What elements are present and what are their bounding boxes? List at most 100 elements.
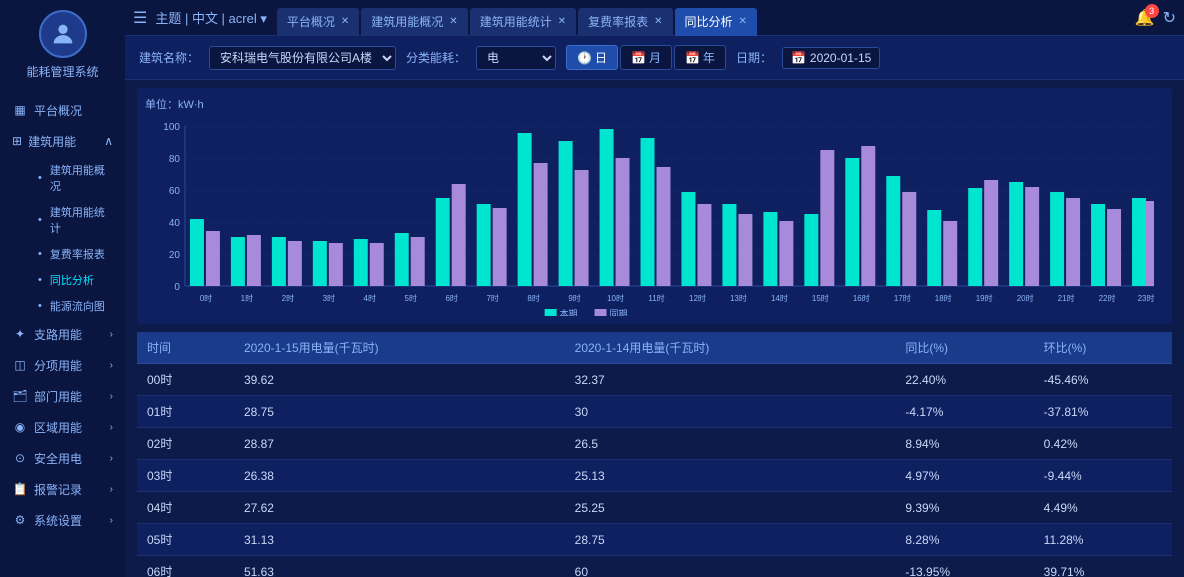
tab-building-stats[interactable]: 建筑用能统计 ✕ [470,8,576,36]
calendar-year-icon: 📅 [685,51,700,65]
sidebar-item-safety[interactable]: ⊙ 安全用电 › [0,443,125,474]
svg-text:22时: 22时 [1099,293,1116,303]
time-button-group: 🕐 日 📅 月 📅 年 [566,45,726,70]
sidebar-item-division[interactable]: ◫ 分项用能 › [0,350,125,381]
tab-platform[interactable]: 平台概况 ✕ [277,8,359,36]
refresh-button[interactable]: ↻ [1163,8,1176,28]
svg-text:0: 0 [174,282,180,293]
table-row: 01时28.7530-4.17%-37.81% [137,396,1172,428]
tab-close-platform[interactable]: ✕ [341,16,349,27]
sidebar-sub-overview[interactable]: 建筑用能概况 [18,157,125,199]
svg-text:20: 20 [169,250,181,261]
cell-yoy: -13.95% [895,556,1033,577]
col-previous: 2020-1-14用电量(千瓦时) [565,332,896,364]
svg-text:11时: 11时 [648,293,664,303]
topbar: ☰ 主题 | 中文 | acrel ▾ 平台概况 ✕ 建筑用能概况 ✕ 建筑用能… [125,0,1184,36]
svg-text:同期: 同期 [610,309,628,316]
col-yoy: 同比(%) [895,332,1033,364]
sidebar-item-dept[interactable]: 🗂 部门用能 › [0,381,125,412]
category-label: 分类能耗： [406,49,466,66]
cell-current: 39.62 [234,364,565,396]
cell-yoy: -4.17% [895,396,1033,428]
data-table: 时间 2020-1-15用电量(千瓦时) 2020-1-14用电量(千瓦时) 同… [137,332,1172,577]
cell-mom: 11.28% [1034,524,1172,556]
category-select[interactable]: 电 [476,46,556,70]
cell-current: 51.63 [234,556,565,577]
col-time: 时间 [137,332,234,364]
svg-text:6时: 6时 [445,293,457,303]
chart-wrap: 0 20 40 60 80 100 0时 1时 [145,116,1164,316]
cell-time: 00时 [137,364,234,396]
settings-icon: ⚙ [12,512,28,528]
btn-month[interactable]: 📅 月 [620,45,672,70]
cell-previous: 25.25 [565,492,896,524]
svg-text:10时: 10时 [607,293,624,303]
svg-text:5时: 5时 [405,293,417,303]
report-icon: 📋 [12,481,28,497]
svg-text:13时: 13时 [730,293,747,303]
svg-text:15时: 15时 [812,293,829,303]
hamburger-icon[interactable]: ☰ [133,8,147,28]
sidebar-sub-stats[interactable]: 建筑用能统计 [18,199,125,241]
chevron-icon: ∧ [104,134,113,148]
svg-text:80: 80 [169,154,181,165]
svg-text:9时: 9时 [568,293,580,303]
table-row: 06时51.6360-13.95%39.71% [137,556,1172,577]
sidebar-sub-yoy[interactable]: 同比分析 [18,267,125,293]
tab-close-tariff[interactable]: ✕ [654,16,662,27]
branch-icon: ✦ [12,326,28,342]
chevron-right-icon4: › [110,422,113,433]
tab-tariff[interactable]: 复费率报表 ✕ [578,8,672,36]
building-select[interactable]: 安科瑞电气股份有限公司A楼 [209,46,396,70]
grid-icon: ▦ [12,102,28,118]
btn-year[interactable]: 📅 年 [674,45,726,70]
date-picker[interactable]: 📅 2020-01-15 [782,47,880,69]
cell-mom: 0.42% [1034,428,1172,460]
building-label: 建筑名称： [139,49,199,66]
clock-icon: 🕐 [577,51,592,65]
area-icon: ◉ [12,419,28,435]
svg-text:7时: 7时 [486,293,498,303]
tab-yoy[interactable]: 同比分析 ✕ [675,8,757,36]
table-row: 00时39.6232.3722.40%-45.46% [137,364,1172,396]
sidebar-item-building[interactable]: ⊞ 建筑用能 ∧ [0,126,125,157]
svg-text:20时: 20时 [1017,293,1034,303]
svg-text:18时: 18时 [935,293,952,303]
svg-text:12时: 12时 [689,293,706,303]
main-content: ☰ 主题 | 中文 | acrel ▾ 平台概况 ✕ 建筑用能概况 ✕ 建筑用能… [125,0,1184,577]
tab-building-overview[interactable]: 建筑用能概况 ✕ [361,8,467,36]
sidebar-item-branch[interactable]: ✦ 支路用能 › [0,319,125,350]
notification-button[interactable]: 🔔 3 [1135,8,1155,28]
chevron-right-icon2: › [110,360,113,371]
cell-previous: 25.13 [565,460,896,492]
topbar-theme-label: 主题 | 中文 | acrel ▾ [155,8,267,27]
sidebar-item-settings[interactable]: ⚙ 系统设置 › [0,505,125,536]
sidebar-sub-tariff[interactable]: 复费率报表 [18,241,125,267]
cell-previous: 26.5 [565,428,896,460]
svg-text:14时: 14时 [771,293,788,303]
table-row: 05时31.1328.758.28%11.28% [137,524,1172,556]
cell-previous: 30 [565,396,896,428]
sidebar-item-platform[interactable]: ▦ 平台概况 [0,95,125,126]
cell-yoy: 22.40% [895,364,1033,396]
tab-close-building-stats[interactable]: ✕ [558,16,566,27]
cell-mom: -9.44% [1034,460,1172,492]
cell-yoy: 4.97% [895,460,1033,492]
system-title: 能耗管理系统 [26,64,98,81]
sidebar-group-building: ⊞ 建筑用能 ∧ 建筑用能概况 建筑用能统计 复费率报表 同比分析 能源流向图 [0,126,125,319]
tab-close-yoy[interactable]: ✕ [739,16,747,27]
calendar-icon: 📅 [791,51,806,65]
cell-time: 05时 [137,524,234,556]
cell-mom: -45.46% [1034,364,1172,396]
svg-text:3时: 3时 [323,293,335,303]
sidebar-item-report[interactable]: 📋 报警记录 › [0,474,125,505]
sidebar-item-area[interactable]: ◉ 区域用能 › [0,412,125,443]
sidebar-sub-flow[interactable]: 能源流向图 [18,293,125,319]
chevron-right-icon: › [110,329,113,340]
cell-mom: 4.49% [1034,492,1172,524]
building-icon: ⊞ [12,134,22,148]
tab-close-building-overview[interactable]: ✕ [449,16,457,27]
dept-icon: 🗂 [12,388,28,404]
btn-day[interactable]: 🕐 日 [566,45,618,70]
cell-time: 06时 [137,556,234,577]
